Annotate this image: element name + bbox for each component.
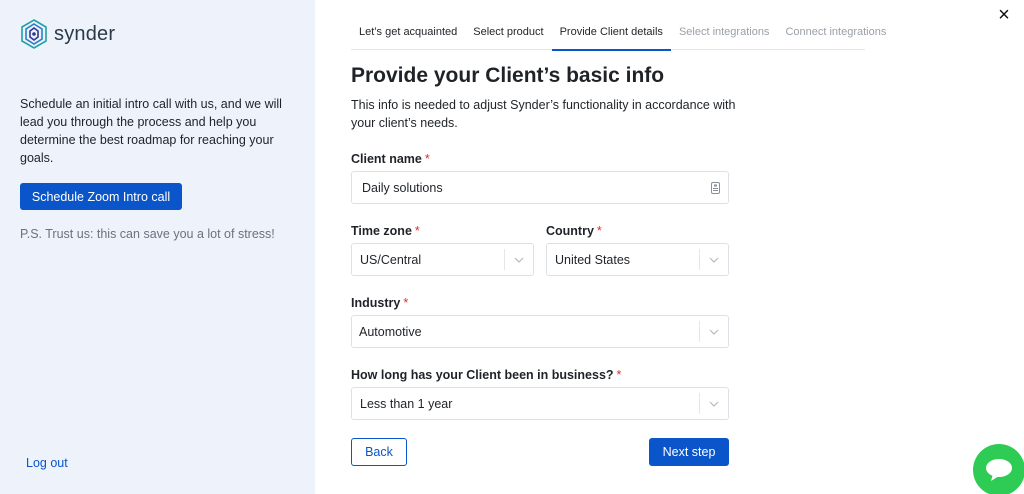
page-title: Provide your Client’s basic info [351,64,665,87]
tab-select-integrations: Select integrations [678,26,770,38]
sidebar: synder Schedule an initial intro call wi… [0,0,315,494]
close-icon[interactable]: × [994,5,1014,25]
industry-select[interactable]: Automotive [351,315,729,348]
chevron-down-icon[interactable] [700,326,728,338]
time-zone-value: US/Central [360,252,422,267]
time-zone-label: Time zone * [351,224,420,238]
required-mark: * [596,224,602,238]
brand-name: synder [54,22,116,45]
synder-logo-icon [21,19,47,49]
tab-select-product[interactable]: Select product [465,18,551,50]
required-mark: * [414,224,420,238]
time-zone-select[interactable]: US/Central [351,243,534,276]
business-age-value: Less than 1 year [360,396,453,411]
required-mark: * [616,368,622,382]
back-button[interactable]: Back [351,438,407,466]
wizard-tabs: Let’s get acquainted Select product Prov… [351,18,886,51]
industry-value: Automotive [359,324,422,339]
chevron-down-icon[interactable] [505,254,533,266]
country-value: United States [555,252,631,267]
client-name-value: Daily solutions [362,180,443,195]
client-name-field[interactable]: Daily solutions [351,171,729,204]
contact-card-icon[interactable] [702,181,728,194]
chevron-down-icon[interactable] [700,254,728,266]
tab-connect-integrations: Connect integrations [785,26,887,38]
industry-label: Industry * [351,296,409,310]
intro-text: Schedule an initial intro call with us, … [20,97,282,165]
chevron-down-icon[interactable] [700,398,728,410]
required-mark: * [403,296,409,310]
country-select[interactable]: United States [546,243,729,276]
schedule-zoom-button[interactable]: Schedule Zoom Intro call [20,183,182,210]
country-label: Country * [546,224,602,238]
ps-note: P.S. Trust us: this can save you a lot o… [20,227,275,241]
logout-link[interactable]: Log out [26,456,68,470]
next-step-button[interactable]: Next step [649,438,729,466]
chat-bubble-icon[interactable] [973,444,1024,494]
business-age-select[interactable]: Less than 1 year [351,387,729,420]
page-subtitle: This info is needed to adjust Synder’s f… [351,98,736,130]
client-name-label: Client name * [351,152,430,166]
brand-logo[interactable]: synder [20,19,115,49]
tab-provide-client-details[interactable]: Provide Client details [551,18,672,51]
business-age-label: How long has your Client been in busines… [351,368,622,382]
required-mark: * [424,152,430,166]
tab-lets-get-acquainted[interactable]: Let’s get acquainted [351,18,465,50]
